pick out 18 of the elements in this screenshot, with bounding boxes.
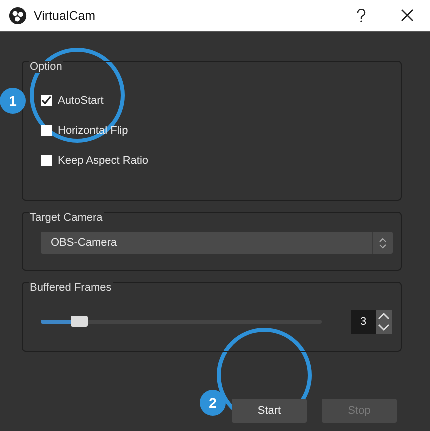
window-title: VirtualCam bbox=[34, 8, 96, 22]
camera-dropdown[interactable]: OBS-Camera bbox=[41, 232, 393, 254]
up-down-arrows-icon bbox=[378, 311, 390, 333]
checkbox[interactable] bbox=[41, 125, 52, 136]
step-badge: 1 bbox=[0, 88, 26, 114]
checkbox-label: Keep Aspect Ratio bbox=[58, 154, 149, 166]
app-logo-icon bbox=[9, 6, 27, 24]
group-title: Option bbox=[29, 61, 64, 73]
checkbox-label: AutoStart bbox=[58, 94, 104, 106]
help-icon bbox=[356, 8, 366, 22]
group-title: Target Camera bbox=[29, 212, 104, 224]
up-down-arrows-icon bbox=[379, 236, 387, 250]
checkbox[interactable] bbox=[41, 95, 52, 106]
group-title: Buffered Frames bbox=[29, 282, 113, 294]
checkbox[interactable] bbox=[41, 155, 52, 166]
start-button[interactable]: Start bbox=[232, 399, 307, 423]
step-badge: 2 bbox=[200, 390, 226, 416]
close-icon bbox=[400, 9, 414, 22]
